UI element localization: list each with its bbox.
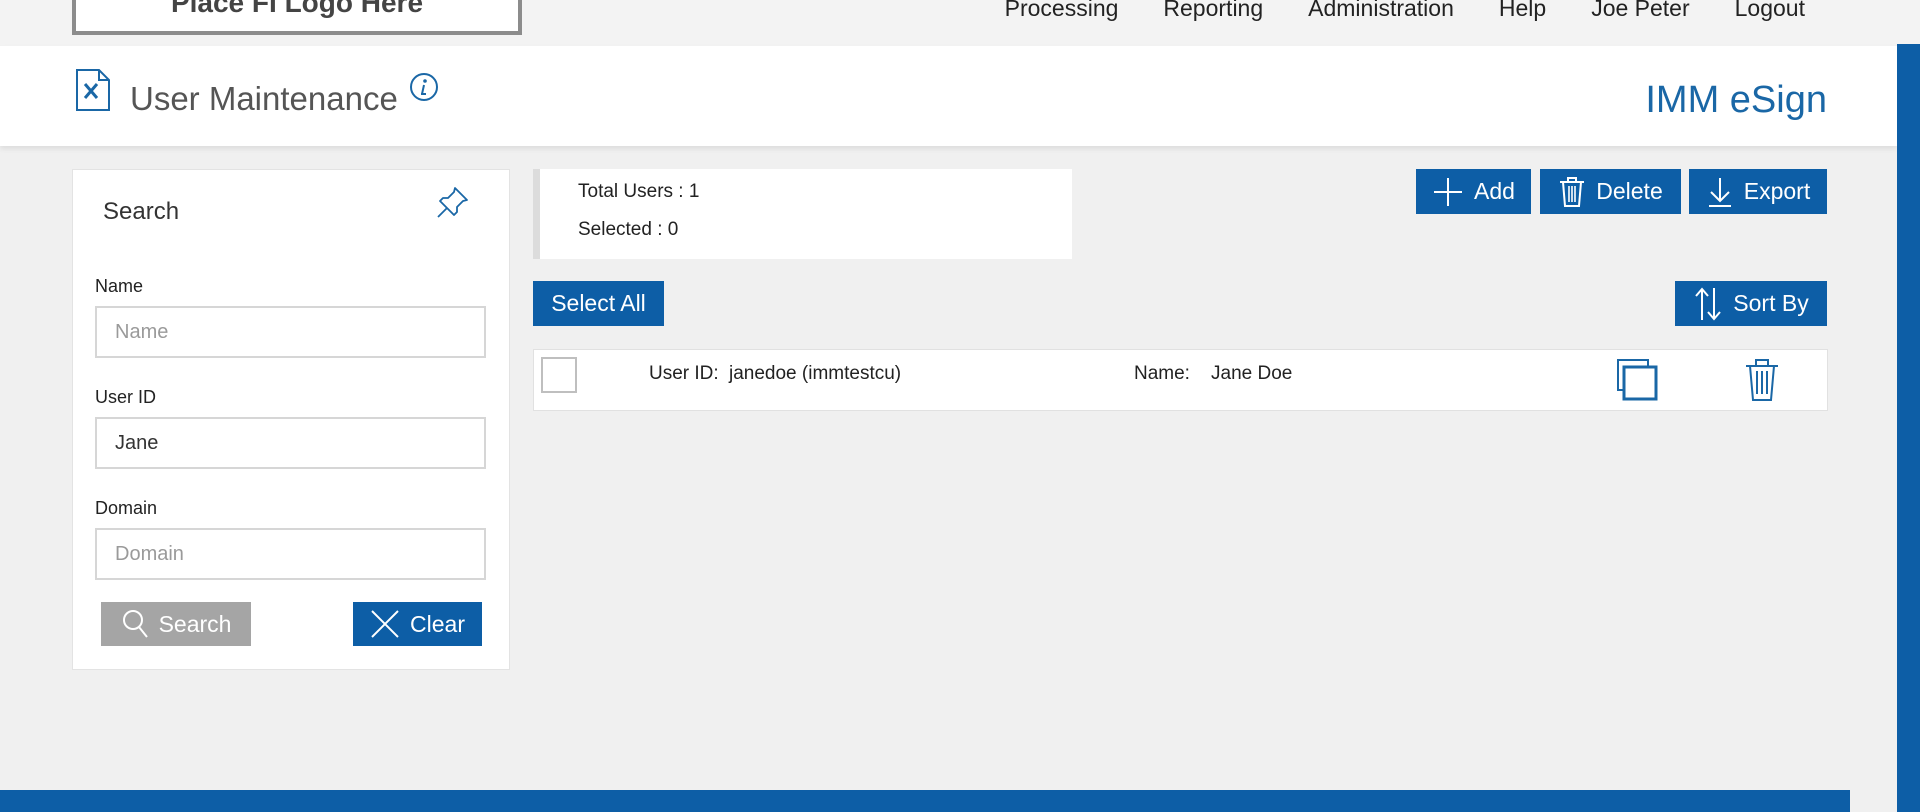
right-accent-stripe [1897, 44, 1920, 812]
add-button-label: Add [1474, 178, 1515, 204]
name-label: Name [95, 276, 144, 296]
search-button[interactable]: Search [101, 602, 251, 646]
logo-text: Place FI Logo Here [170, 0, 424, 18]
page-title: User Maintenance [130, 80, 398, 117]
table-row: User ID: janedoe (immtestcu) Name: Jane … [533, 349, 1828, 411]
total-users-value: 1 [688, 181, 700, 202]
selected-label: Selected : [578, 219, 663, 240]
copy-icon[interactable] [1616, 358, 1660, 402]
search-panel-title: Search [103, 198, 180, 225]
row-checkbox[interactable] [541, 357, 577, 393]
userid-field-label: User ID: [649, 363, 719, 384]
delete-button-label: Delete [1596, 178, 1663, 204]
search-icon [122, 610, 148, 638]
nav-processing[interactable]: Processing [1005, 0, 1119, 24]
main-nav: Processing Reporting Administration Help… [960, 0, 1805, 24]
app-brand: IMM eSign [1645, 79, 1827, 121]
selected-value: 0 [667, 219, 679, 240]
domain-input[interactable] [95, 528, 486, 580]
select-all-button[interactable]: Select All [533, 281, 664, 326]
name-value: Jane Doe [1211, 363, 1293, 384]
footer-bar [0, 790, 1850, 812]
trash-icon[interactable] [1744, 358, 1780, 402]
download-icon [1708, 177, 1731, 207]
nav-logout[interactable]: Logout [1735, 0, 1805, 24]
userid-value: janedoe (immtestcu) [729, 363, 902, 384]
page-header: User Maintenance IMM eSign [0, 46, 1897, 146]
nav-user-menu[interactable]: Joe Peter [1591, 0, 1689, 24]
nav-reporting[interactable]: Reporting [1163, 0, 1263, 24]
search-button-label: Search [158, 610, 232, 637]
sort-icon [1695, 286, 1722, 321]
top-nav-bar: Place FI Logo Here Processing Reporting … [0, 0, 1920, 46]
logo-placeholder: Place FI Logo Here [72, 0, 522, 35]
search-panel: Search Name User ID Domain Search Clear [72, 169, 510, 670]
name-field-label: Name: [1134, 363, 1190, 384]
clear-button-label: Clear [410, 610, 465, 637]
total-users: Total Users : 1 [578, 181, 699, 203]
export-button-label: Export [1743, 178, 1811, 204]
userid-label: User ID [95, 387, 157, 407]
document-tools-icon [76, 69, 110, 111]
nav-help[interactable]: Help [1499, 0, 1546, 24]
close-icon [371, 610, 399, 638]
trash-icon [1560, 176, 1585, 207]
total-users-label: Total Users : [578, 181, 684, 202]
sort-by-button[interactable]: Sort By [1675, 281, 1827, 326]
plus-icon [1434, 177, 1463, 206]
user-summary: Total Users : 1 Selected : 0 [533, 169, 1072, 259]
info-icon[interactable] [409, 72, 439, 102]
nav-administration[interactable]: Administration [1308, 0, 1454, 24]
add-button[interactable]: Add [1416, 169, 1531, 214]
export-button[interactable]: Export [1689, 169, 1827, 214]
selected-users: Selected : 0 [578, 219, 678, 241]
name-input[interactable] [95, 306, 486, 358]
pin-icon[interactable] [433, 182, 473, 222]
clear-button[interactable]: Clear [353, 602, 482, 646]
select-all-label: Select All [551, 290, 646, 316]
sort-by-label: Sort By [1733, 290, 1809, 316]
delete-button[interactable]: Delete [1540, 169, 1681, 214]
domain-label: Domain [95, 498, 158, 518]
userid-input[interactable] [95, 417, 486, 469]
